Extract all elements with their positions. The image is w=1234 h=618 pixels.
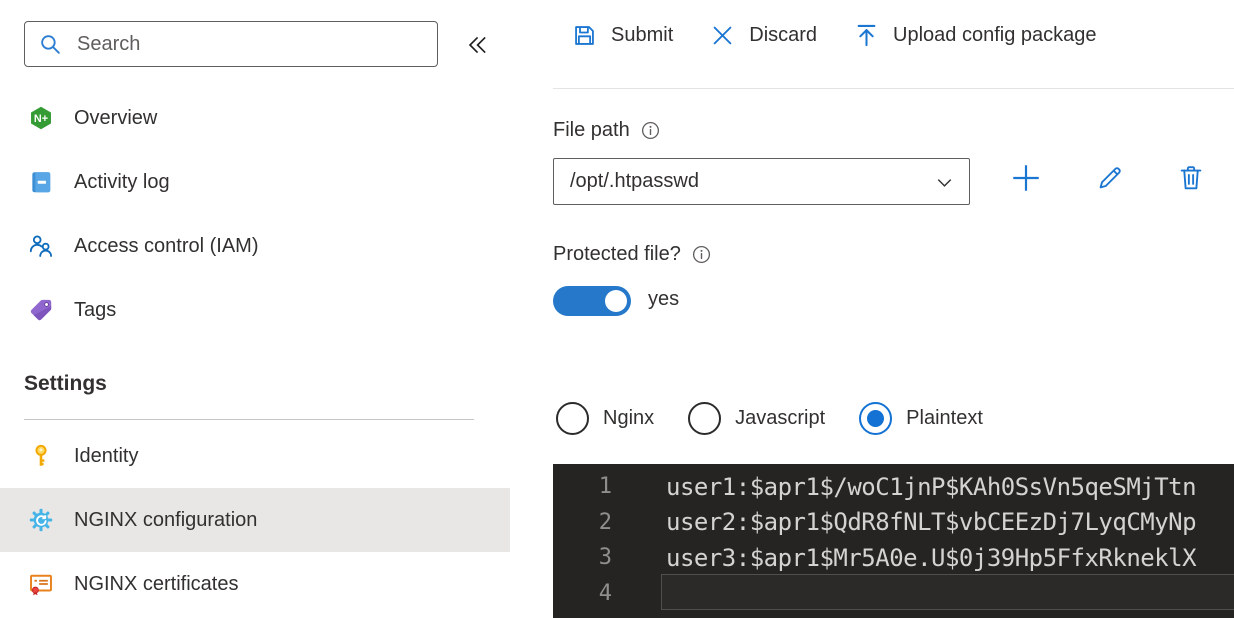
upload-button-label: Upload config package <box>893 24 1097 46</box>
sidebar-item-label: Identity <box>74 444 139 467</box>
nginx-configuration-page: Search N+ Overview Activity log Access c… <box>0 0 1234 618</box>
chevron-down-icon <box>933 171 956 194</box>
pencil-icon <box>1095 163 1125 193</box>
line-number: 3 <box>598 545 612 571</box>
sidebar-item-label: Overview <box>74 106 158 129</box>
toolbar-divider <box>553 88 1234 89</box>
file-path-dropdown[interactable]: /opt/.htpasswd <box>553 158 970 205</box>
submit-button[interactable]: Submit <box>571 22 673 49</box>
edit-file-button[interactable] <box>1090 158 1130 198</box>
protected-file-label-text: Protected file? <box>553 243 681 265</box>
sidebar-item-label: NGINX configuration <box>74 508 258 531</box>
sidebar-item-label: Access control (IAM) <box>74 234 259 257</box>
activity-log-icon <box>28 169 54 195</box>
radio-option-plaintext[interactable]: Plaintext <box>859 402 983 435</box>
radio-button-selected[interactable] <box>859 402 893 435</box>
sidebar-item-tags[interactable]: Tags <box>0 278 510 342</box>
line-number: 4 <box>598 580 612 606</box>
sidebar-divider <box>24 419 474 420</box>
search-input[interactable]: Search <box>24 21 438 67</box>
discard-button[interactable]: Discard <box>709 22 817 49</box>
sidebar-item-access-control[interactable]: Access control (IAM) <box>0 214 510 278</box>
save-icon <box>571 22 598 49</box>
file-path-label: File path <box>553 119 661 142</box>
sidebar-item-nginx-certificates[interactable]: NGINX certificates <box>0 552 510 616</box>
command-bar: Submit Discard Upload config package <box>571 22 1097 49</box>
active-line-highlight <box>661 574 1234 610</box>
submit-button-label: Submit <box>611 24 674 46</box>
discard-button-label: Discard <box>749 24 818 46</box>
sidebar-item-activity-log[interactable]: Activity log <box>0 150 510 214</box>
sidebar-item-label: Tags <box>74 298 117 321</box>
delete-file-button[interactable] <box>1171 158 1211 198</box>
sidebar: Search N+ Overview Activity log Access c… <box>0 0 510 618</box>
sidebar-item-overview[interactable]: N+ Overview <box>0 86 510 150</box>
close-x-icon <box>709 22 736 49</box>
radio-option-nginx[interactable]: Nginx <box>556 402 654 435</box>
sidebar-item-label: NGINX certificates <box>74 572 239 595</box>
svg-text:N+: N+ <box>34 113 48 125</box>
protected-file-state: yes <box>648 288 680 310</box>
line-text: user1:$apr1$/woC1jnP$KAh0SsVn5qeSMjTtn <box>666 472 1197 501</box>
editor-line[interactable]: 3 user3:$apr1$Mr5A0e.U$0j39Hp5FfxRkneklX <box>553 540 1234 576</box>
radio-button[interactable] <box>688 402 722 435</box>
line-text: user2:$apr1$QdR8fNLT$vbCEEzDj7LyqCMyNp <box>666 508 1197 537</box>
access-control-icon <box>28 233 54 259</box>
sidebar-item-identity[interactable]: Identity <box>0 424 510 488</box>
double-chevron-left-icon <box>463 31 491 59</box>
line-number: 2 <box>598 509 612 535</box>
collapse-sidebar-button[interactable] <box>462 30 492 60</box>
radio-option-javascript[interactable]: Javascript <box>688 402 825 435</box>
search-icon <box>38 32 63 57</box>
protected-file-label: Protected file? <box>553 243 712 266</box>
plus-icon <box>1009 161 1043 195</box>
trash-icon <box>1176 163 1206 193</box>
line-number: 1 <box>598 474 612 500</box>
file-path-value: /opt/.htpasswd <box>570 170 699 192</box>
language-radio-group: Nginx Javascript Plaintext <box>556 402 1017 435</box>
info-icon[interactable] <box>640 120 661 141</box>
gear-icon <box>28 507 54 533</box>
nginx-plus-icon: N+ <box>28 105 54 131</box>
editor-line[interactable]: 2 user2:$apr1$QdR8fNLT$vbCEEzDj7LyqCMyNp <box>553 505 1234 541</box>
protected-file-toggle[interactable] <box>553 286 631 316</box>
sidebar-item-label: Activity log <box>74 170 170 193</box>
radio-label: Nginx <box>603 407 655 429</box>
radio-label: Plaintext <box>906 407 983 429</box>
settings-section-header: Settings <box>24 372 107 395</box>
toggle-knob <box>605 290 627 312</box>
sidebar-item-nginx-configuration[interactable]: NGINX configuration <box>0 488 510 552</box>
upload-config-package-button[interactable]: Upload config package <box>853 22 1097 49</box>
editor-line[interactable]: 1 user1:$apr1$/woC1jnP$KAh0SsVn5qeSMjTtn <box>553 469 1234 505</box>
key-icon <box>28 443 54 469</box>
line-text: user3:$apr1$Mr5A0e.U$0j39Hp5FfxRkneklX <box>666 543 1197 572</box>
file-path-label-text: File path <box>553 119 630 141</box>
radio-label: Javascript <box>735 407 826 429</box>
sidebar-menu: N+ Overview Activity log Access control … <box>0 86 510 342</box>
tags-icon <box>28 297 54 323</box>
upload-icon <box>853 22 880 49</box>
certificate-icon <box>28 571 54 597</box>
config-file-editor[interactable]: 1 user1:$apr1$/woC1jnP$KAh0SsVn5qeSMjTtn… <box>553 464 1234 618</box>
radio-button[interactable] <box>556 402 589 435</box>
sidebar-settings-menu: Identity NGINX configuration NGINX certi… <box>0 424 510 616</box>
info-icon[interactable] <box>691 244 712 265</box>
search-placeholder: Search <box>77 32 141 55</box>
add-file-button[interactable] <box>1006 158 1046 198</box>
